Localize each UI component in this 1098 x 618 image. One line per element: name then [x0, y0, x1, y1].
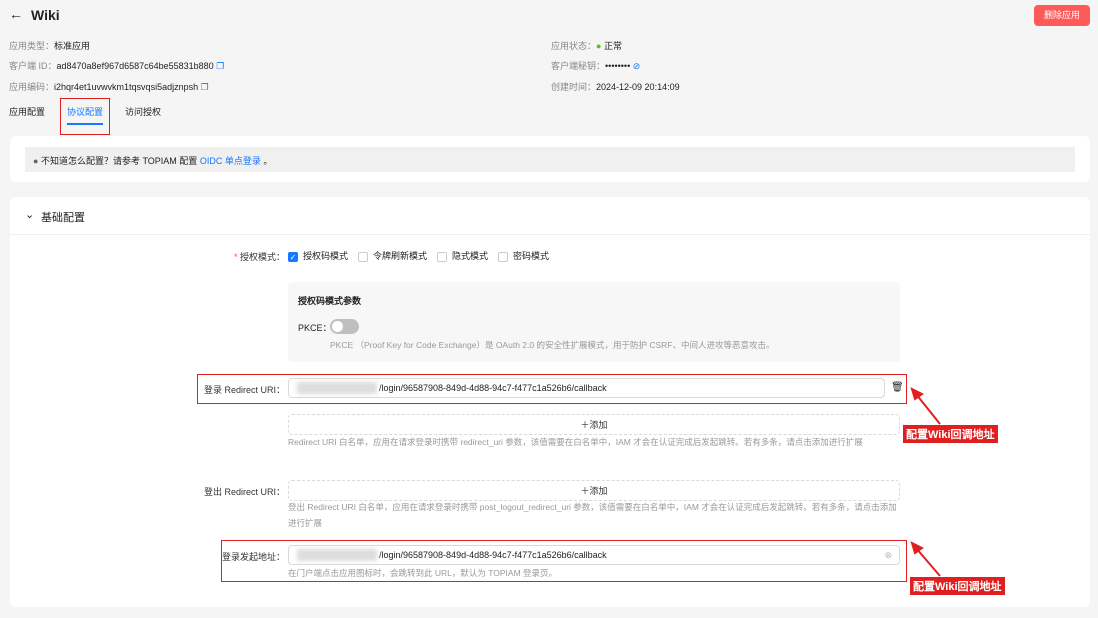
annotation-arrow-icon: [0, 0, 1098, 618]
annotation-label: 配置Wiki回调地址: [910, 577, 1005, 595]
annotation-label: 配置Wiki回调地址: [903, 425, 998, 443]
